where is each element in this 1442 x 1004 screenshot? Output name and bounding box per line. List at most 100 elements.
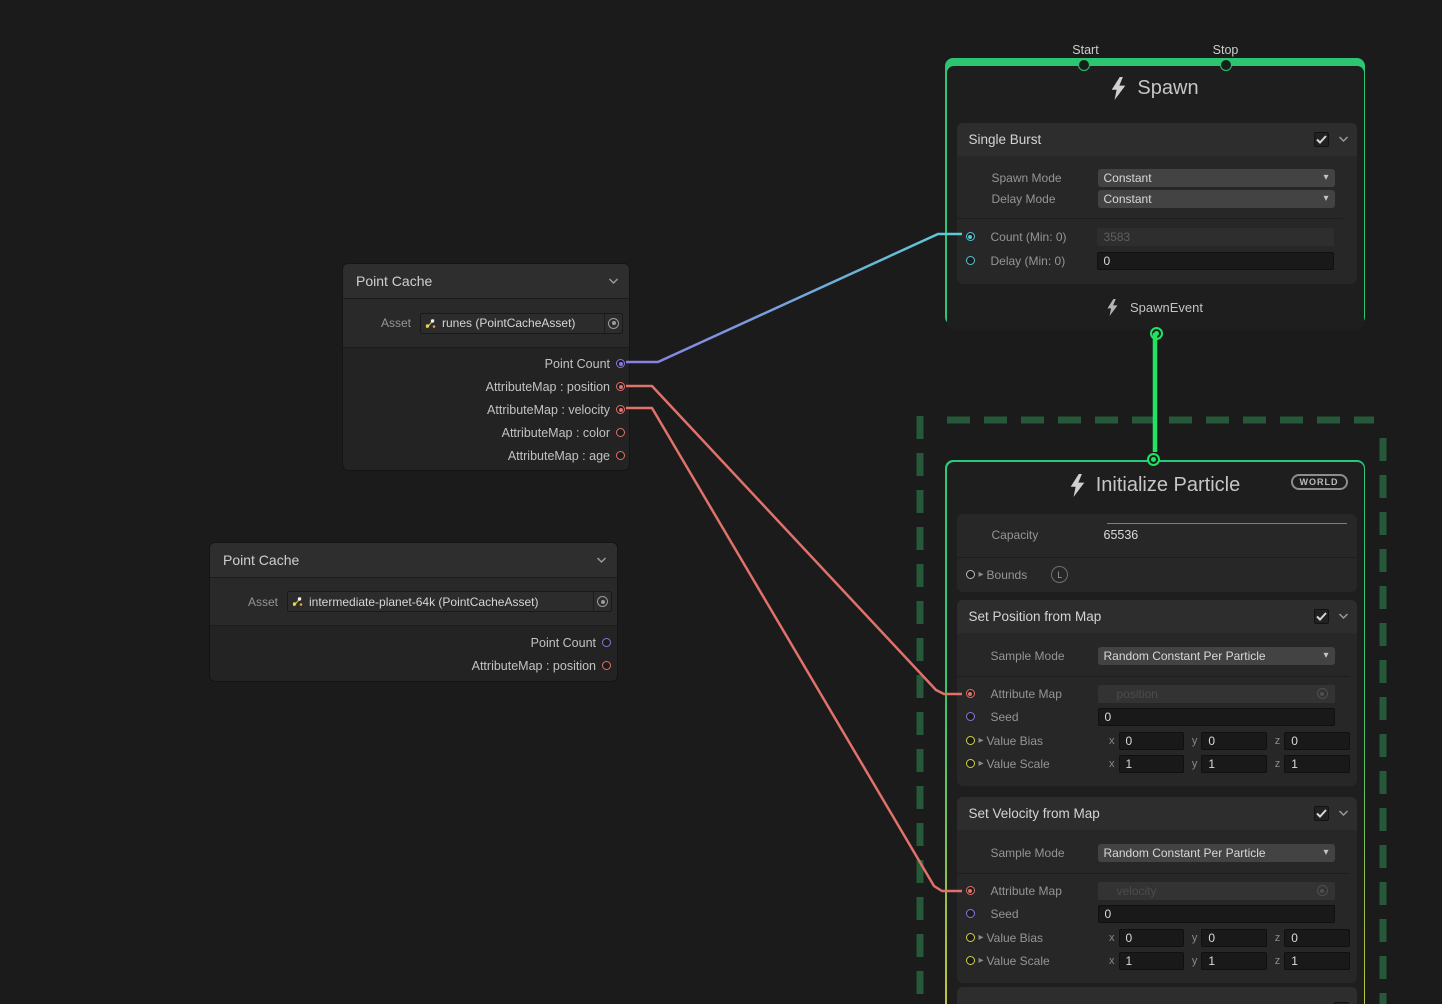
position-attributemap-edge[interactable] <box>626 386 962 694</box>
asset-label: Asset <box>210 595 278 609</box>
value-bias-y-field[interactable]: 0 <box>1201 929 1266 947</box>
attributemap-color-output-port[interactable] <box>616 428 625 437</box>
attributemap-position-output-port[interactable] <box>602 661 611 670</box>
initialize-particle-context-node[interactable]: Initialize Particle WORLD Capacity 65536… <box>945 460 1365 1004</box>
value-bias-y-field[interactable]: 0 <box>1201 732 1266 750</box>
single-burst-enabled-checkbox[interactable] <box>1314 132 1329 147</box>
axis-y-label: y <box>1192 758 1198 770</box>
object-picker-icon <box>1317 688 1328 699</box>
count-field[interactable]: 3583 <box>1097 228 1334 246</box>
collapse-chevron-icon[interactable] <box>1338 613 1349 620</box>
foldout-arrow-icon[interactable]: ▸ <box>979 932 984 943</box>
foldout-arrow-icon[interactable]: ▸ <box>979 758 984 769</box>
output-label: AttributeMap : age <box>508 449 610 463</box>
attributemap-age-output-port[interactable] <box>616 451 625 460</box>
value-bias-x-field[interactable]: 0 <box>1119 732 1184 750</box>
foldout-arrow-icon[interactable]: ▸ <box>979 955 984 966</box>
value-scale-y-field[interactable]: 1 <box>1201 755 1266 773</box>
spawn-event-output-port[interactable] <box>1150 327 1163 340</box>
set-velocity-from-map-block[interactable]: Set Velocity from Map Sample Mode Random… <box>957 797 1357 983</box>
axis-x-label: x <box>1109 932 1115 944</box>
count-input-port[interactable] <box>966 232 975 241</box>
attributemap-position-output-port[interactable] <box>616 382 625 391</box>
point-count-to-count-edge[interactable] <box>626 234 962 362</box>
dropdown-arrow-icon: ▾ <box>1323 650 1328 661</box>
capacity-field[interactable]: 65536 <box>1104 528 1139 542</box>
foldout-arrow-icon[interactable]: ▸ <box>979 735 984 746</box>
output-label: Point Count <box>545 357 610 371</box>
velocity-attributemap-edge[interactable] <box>626 408 962 891</box>
asset-object-field[interactable]: intermediate-planet-64k (PointCacheAsset… <box>287 591 612 612</box>
foldout-arrow-icon[interactable]: ▸ <box>979 569 984 580</box>
delay-mode-dropdown[interactable]: Constant ▾ <box>1098 190 1335 208</box>
spawn-mode-dropdown[interactable]: Constant ▾ <box>1098 169 1335 187</box>
value-scale-label: Value Scale <box>987 954 1102 968</box>
stop-flow-port[interactable] <box>1220 59 1232 71</box>
delay-field[interactable]: 0 <box>1097 252 1334 270</box>
value-scale-y-field[interactable]: 1 <box>1201 952 1266 970</box>
collapse-chevron-icon[interactable] <box>1338 810 1349 817</box>
sample-mode-dropdown[interactable]: Random Constant Per Particle ▾ <box>1098 647 1335 665</box>
value-scale-input-port[interactable] <box>966 759 975 768</box>
value-bias-z-field[interactable]: 0 <box>1284 929 1349 947</box>
axis-x-label: x <box>1109 758 1115 770</box>
value-scale-x-field[interactable]: 1 <box>1119 952 1184 970</box>
object-picker-button[interactable] <box>604 314 622 333</box>
lightning-icon <box>1111 77 1126 100</box>
attribute-map-input-port[interactable] <box>966 689 975 698</box>
point-count-output-port[interactable] <box>616 359 625 368</box>
start-port-label: Start <box>1061 43 1111 57</box>
attribute-map-field[interactable]: velocity <box>1098 882 1335 900</box>
position-sphere-block[interactable]: Position (Sphere) <box>957 987 1357 1004</box>
initialize-input-flow-port[interactable] <box>1147 453 1160 466</box>
output-label: AttributeMap : position <box>472 659 596 673</box>
asset-object-field[interactable]: runes (PointCacheAsset) <box>420 313 623 334</box>
value-scale-input-port[interactable] <box>966 956 975 965</box>
seed-input-port[interactable] <box>966 712 975 721</box>
point-cache-node-runes[interactable]: Point Cache Asset runes (PointCacheAsset… <box>342 263 630 471</box>
spawn-node-title: Spawn <box>1137 77 1198 100</box>
spawn-context-node[interactable]: Start Stop Spawn Single Burst <box>945 58 1365 325</box>
value-bias-input-port[interactable] <box>966 933 975 942</box>
object-picker-button[interactable] <box>593 592 611 611</box>
collapse-chevron-icon[interactable] <box>1338 136 1349 143</box>
value-bias-z-field[interactable]: 0 <box>1284 732 1349 750</box>
block-enabled-checkbox[interactable] <box>1314 609 1329 624</box>
sample-mode-dropdown[interactable]: Random Constant Per Particle ▾ <box>1098 844 1335 862</box>
axis-y-label: y <box>1192 955 1198 967</box>
seed-field[interactable]: 0 <box>1098 905 1335 923</box>
value-bias-input-port[interactable] <box>966 736 975 745</box>
set-position-from-map-block[interactable]: Set Position from Map Sample Mode Random… <box>957 600 1357 786</box>
block-enabled-checkbox[interactable] <box>1314 806 1329 821</box>
axis-y-label: y <box>1192 932 1198 944</box>
value-bias-x-field[interactable]: 0 <box>1119 929 1184 947</box>
seed-label: Seed <box>991 710 1098 724</box>
world-space-badge[interactable]: WORLD <box>1291 474 1348 490</box>
point-cache-node-planet[interactable]: Point Cache Asset intermediate-planet-64… <box>209 542 618 682</box>
axis-z-label: z <box>1275 758 1281 770</box>
point-count-output-port[interactable] <box>602 638 611 647</box>
attribute-map-field[interactable]: position <box>1098 685 1335 703</box>
start-flow-port[interactable] <box>1078 59 1090 71</box>
value-scale-z-field[interactable]: 1 <box>1284 952 1349 970</box>
value-scale-z-field[interactable]: 1 <box>1284 755 1349 773</box>
seed-field[interactable]: 0 <box>1098 708 1335 726</box>
lightning-icon <box>1107 299 1118 316</box>
value-scale-x-field[interactable]: 1 <box>1119 755 1184 773</box>
bounds-lock-icon[interactable]: L <box>1051 566 1068 583</box>
collapse-chevron-icon[interactable] <box>608 278 619 285</box>
output-label: AttributeMap : position <box>486 380 610 394</box>
check-icon <box>1316 135 1327 144</box>
point-cache-asset-icon <box>291 595 304 608</box>
bounds-input-port[interactable] <box>966 570 975 579</box>
collapse-chevron-icon[interactable] <box>596 557 607 564</box>
single-burst-block[interactable]: Single Burst Spawn Mode Constant ▾ <box>957 123 1357 284</box>
delay-input-port[interactable] <box>966 256 975 265</box>
seed-label: Seed <box>991 907 1098 921</box>
attribute-map-input-port[interactable] <box>966 886 975 895</box>
output-label: Point Count <box>531 636 596 650</box>
seed-input-port[interactable] <box>966 909 975 918</box>
object-picker-icon <box>608 318 619 329</box>
spawn-event-output-label: SpawnEvent <box>1130 300 1203 315</box>
attributemap-velocity-output-port[interactable] <box>616 405 625 414</box>
